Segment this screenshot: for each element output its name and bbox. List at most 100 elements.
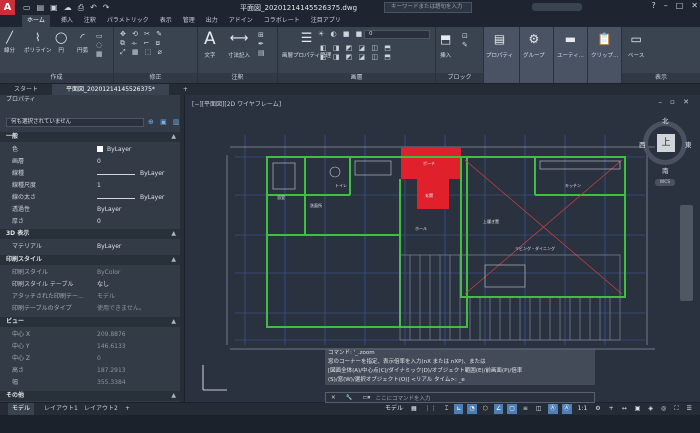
model-space-button[interactable]: モデル — [383, 404, 405, 414]
prop-row[interactable]: 色 ByLayer — [0, 144, 184, 156]
selection-dropdown[interactable]: 何も選択されていません — [6, 118, 144, 127]
user-account[interactable] — [532, 3, 582, 11]
auto-scale-icon[interactable]: Ⓐ — [561, 404, 572, 414]
arc-tool[interactable]: ◜ 円弧 — [77, 31, 88, 54]
text-tool[interactable]: A 文字 — [204, 29, 216, 59]
prop-row[interactable]: 線種 ByLayer — [0, 168, 184, 180]
panel-title-view[interactable]: 表示 — [622, 73, 700, 83]
panel-title-modify[interactable]: 修正 — [114, 73, 197, 83]
print-icon[interactable]: ⎙ — [78, 3, 84, 13]
save-cloud-icon[interactable]: ☁ — [64, 3, 72, 13]
compass-west[interactable]: 西 — [639, 139, 646, 149]
isometric-icon[interactable]: ⬡ — [481, 404, 490, 414]
command-prompt-icon[interactable]: ▭▾ — [357, 395, 375, 401]
command-close-icon[interactable]: ✕ — [326, 395, 341, 401]
clipboard-tool[interactable]: 📋 クリップ... — [591, 29, 618, 59]
add-layout-button[interactable]: + — [125, 403, 130, 415]
command-line[interactable]: ✕ 🔧 ▭▾ ここにコマンドを入力 — [325, 392, 595, 403]
section-misc[interactable]: その他 ▲ — [0, 391, 184, 401]
layer-tool-icons[interactable]: ◧ ◨ ◩ ◪ ◫ ⬒ ◧ ◨ ◩ ◪ ◫ ⬒ — [320, 44, 393, 62]
polar-toggle-icon[interactable]: ◔ — [467, 404, 477, 414]
viewport-window-controls[interactable]: – ▫ ✕ — [658, 98, 692, 106]
panel-title-layers[interactable]: 画層 — [278, 73, 435, 83]
minimize-icon[interactable]: – — [664, 1, 668, 10]
section-3d-visualization[interactable]: 3D 表示 ▲ — [0, 229, 184, 239]
panel-title-block[interactable]: ブロック — [436, 73, 483, 83]
section-plot-style[interactable]: 印刷スタイル ▲ — [0, 255, 184, 265]
tab-output[interactable]: 出力 — [206, 15, 218, 27]
prop-row[interactable]: 厚さ 0 — [0, 216, 184, 228]
tab-collaborate[interactable]: コラボレート — [264, 15, 300, 27]
tab-parametric[interactable]: パラメトリック — [107, 15, 149, 27]
hardware-acceleration-icon[interactable]: ◈ — [646, 404, 655, 414]
customization-menu-icon[interactable]: ☰ — [684, 404, 693, 414]
object-snap-tracking-icon[interactable]: ∠ — [493, 404, 504, 414]
draw-extra-icons[interactable]: ▭ ◌ ▦ — [96, 32, 105, 59]
wcs-menu[interactable]: WCS — [655, 179, 675, 186]
tab-layout1[interactable]: レイアウト1 — [44, 403, 78, 415]
new-icon[interactable]: ▭ — [23, 3, 31, 13]
units-icon[interactable]: ↔ — [620, 404, 629, 414]
ortho-toggle-icon[interactable]: ⊾ — [454, 404, 464, 414]
lineweight-icon[interactable]: ≡ — [521, 404, 530, 414]
command-input[interactable]: ここにコマンドを入力 — [375, 394, 430, 402]
workspace-gear-icon[interactable]: ⚙ — [593, 404, 602, 414]
grid-toggle-icon[interactable]: ▦ — [409, 404, 419, 414]
group-tool[interactable]: ⚙ グループ — [523, 29, 545, 59]
isolate-objects-icon[interactable]: ◎ — [659, 404, 668, 414]
select-buttons[interactable]: ⊕ ▣ ▥ — [148, 118, 182, 126]
prop-row[interactable]: 透過性 ByLayer — [0, 204, 184, 216]
open-icon[interactable]: ▤ — [37, 3, 45, 13]
properties-tool[interactable]: ▤ プロパティ — [486, 29, 513, 59]
circle-tool[interactable]: ◯ 円 — [55, 31, 67, 54]
undo-icon[interactable]: ↶ — [90, 3, 97, 13]
redo-icon[interactable]: ↷ — [103, 3, 110, 13]
annotation-extra-icons[interactable]: ⊞ ✒ ▤ — [258, 31, 267, 58]
object-snap-icon[interactable]: ▢ — [507, 404, 517, 414]
app-logo[interactable]: A — [0, 0, 15, 15]
tab-featured-apps[interactable]: 注目アプリ — [311, 15, 341, 27]
block-extra-icons[interactable]: ⊡ ✎ — [462, 32, 470, 50]
clean-screen-icon[interactable]: ⛶ — [672, 404, 680, 414]
prop-row[interactable]: 線の太さ ByLayer — [0, 192, 184, 204]
save-icon[interactable]: ▣ — [50, 3, 58, 13]
insert-tool[interactable]: ⬒ 挿入 — [440, 29, 451, 59]
viewcube[interactable]: 上 北 南 東 西 WCS — [639, 115, 692, 187]
annotation-visibility-icon[interactable]: Ⓐ — [547, 404, 558, 414]
tab-drawing[interactable]: 平面図_20201214145526375* — [52, 84, 169, 95]
compass-north[interactable]: 北 — [662, 115, 669, 125]
help-icon[interactable]: ? — [651, 1, 655, 10]
polyline-tool[interactable]: ⌇ ポリライン — [24, 31, 52, 54]
navigation-bar[interactable] — [680, 205, 693, 301]
help-search-input[interactable]: キーワードまたは語句を入力 — [384, 2, 472, 13]
dynamic-input-icon[interactable]: ⌶ — [443, 404, 451, 414]
new-tab-button[interactable]: + — [169, 84, 202, 95]
viewcube-top-face[interactable]: 上 — [657, 134, 675, 152]
modify-icons[interactable]: ✥ ⟲ ✂ ✎ ⧉ ⟛ ⌐ ⧈ ⤢ ▦ ⬚ ⌀ — [120, 30, 164, 57]
tab-annotate[interactable]: 注釈 — [84, 15, 96, 27]
tab-home[interactable]: ホーム — [22, 15, 50, 27]
base-view-tool[interactable]: ▭ ベース — [628, 29, 644, 59]
tab-layout2[interactable]: レイアウト2 — [84, 403, 118, 415]
viewport-controls-label[interactable]: [−][平面図][2D ワイヤフレーム] — [192, 99, 281, 108]
snap-toggle-icon[interactable]: ⋮⋮ — [423, 404, 439, 414]
tab-manage[interactable]: 管理 — [183, 15, 195, 27]
maximize-icon[interactable]: □ — [676, 1, 684, 10]
layer-control-icons[interactable]: ☀ ◐ ■ ■ — [318, 30, 364, 39]
section-view[interactable]: ビュー ▲ — [0, 317, 184, 327]
command-customize-icon[interactable]: 🔧 — [341, 395, 358, 401]
layer-dropdown[interactable]: 0 — [364, 30, 430, 39]
tab-addins[interactable]: アドイン — [229, 15, 253, 27]
panel-title-draw[interactable]: 作成 — [0, 73, 113, 83]
palette-side-bar[interactable] — [180, 95, 184, 402]
line-tool[interactable]: ╱ 線分 — [4, 31, 15, 54]
prop-row[interactable]: 線種尺度 1 — [0, 180, 184, 192]
tab-model[interactable]: モデル — [8, 403, 35, 415]
dimension-tool[interactable]: ⟷ 寸法記入 — [228, 29, 250, 59]
tab-insert[interactable]: 挿入 — [61, 15, 73, 27]
utilities-tool[interactable]: ▬ ユーティ... — [557, 29, 584, 59]
transparency-icon[interactable]: ◫ — [534, 404, 544, 414]
prop-row[interactable]: マテリアル ByLayer — [0, 241, 184, 253]
tab-start[interactable]: スタート — [0, 84, 52, 95]
prop-row[interactable]: 印刷スタイル テーブル なし — [0, 279, 184, 291]
